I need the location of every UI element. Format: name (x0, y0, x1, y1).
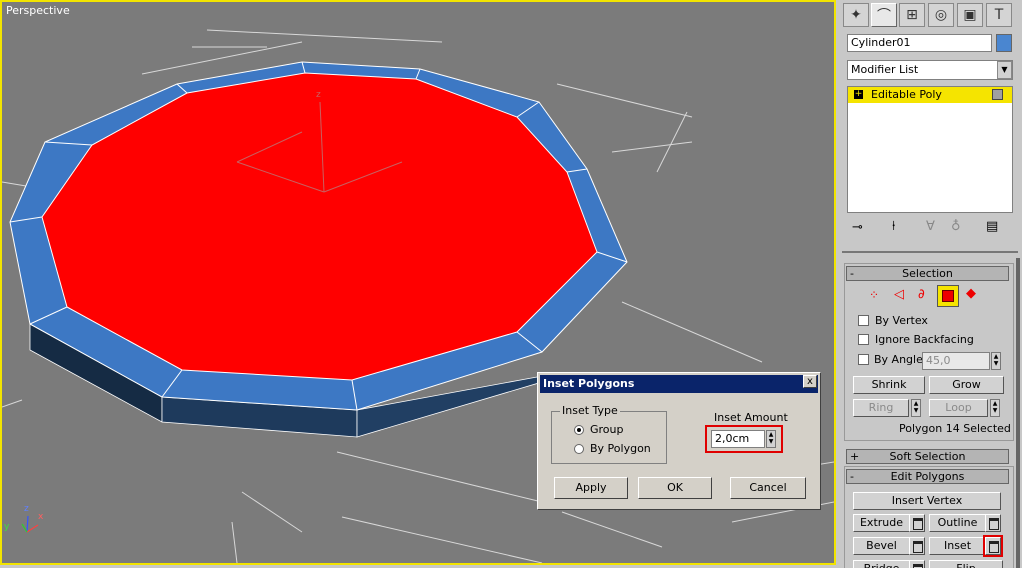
modifier-stack (847, 86, 1013, 213)
utilities-tab-icon[interactable]: T (986, 3, 1012, 27)
pin-stack-icon[interactable]: ⊸ (852, 220, 863, 235)
edit-polygons-rollout-header[interactable]: - Edit Polygons (846, 469, 1009, 484)
extrude-settings-button[interactable] (909, 514, 925, 532)
inset-amount-spinner[interactable]: ▲ ▼ (766, 430, 776, 448)
element-level-icon[interactable]: ◆ (966, 286, 976, 301)
ok-button[interactable]: OK (638, 477, 712, 499)
inset-amount-label: Inset Amount (714, 411, 788, 424)
configure-modifier-sets-icon[interactable]: ▤ (986, 219, 998, 234)
inset-settings-button[interactable] (985, 537, 1001, 555)
outline-button[interactable]: Outline (929, 514, 986, 532)
by-angle-label[interactable]: By Angle: (874, 353, 927, 366)
axis-label-x: x (38, 512, 44, 522)
display-tab-icon[interactable]: ▣ (957, 3, 983, 27)
inset-amount-field[interactable]: 2,0cm (711, 430, 765, 448)
panel-separator (842, 251, 1018, 253)
polygon-level-icon[interactable] (937, 285, 959, 307)
cancel-button[interactable]: Cancel (730, 477, 806, 499)
bridge-settings-button[interactable] (909, 560, 925, 568)
axis-label-y: y (4, 522, 10, 532)
create-tab-icon[interactable]: ✦ (843, 3, 869, 27)
pivot-axis-z: z (316, 90, 321, 100)
by-polygon-radio[interactable] (574, 444, 584, 454)
vertex-level-icon[interactable]: ⁘ (869, 288, 879, 302)
soft-selection-header-label: Soft Selection (889, 450, 966, 463)
object-color-swatch[interactable] (996, 34, 1012, 52)
remove-modifier-icon[interactable]: ♁ (951, 219, 961, 234)
ring-spinner[interactable]: ▲ ▼ (911, 399, 921, 417)
show-end-result-icon[interactable]: ⍿ (892, 219, 895, 234)
by-vertex-checkbox[interactable] (858, 315, 869, 326)
by-vertex-label[interactable]: By Vertex (875, 314, 928, 327)
ignore-backfacing-label[interactable]: Ignore Backfacing (875, 333, 974, 346)
group-radio[interactable] (574, 425, 584, 435)
grow-button[interactable]: Grow (929, 376, 1004, 394)
loop-button[interactable]: Loop (929, 399, 988, 417)
inset-polygons-dialog: Inset Polygons x Inset Type Group By Pol… (537, 372, 821, 510)
expand-sign: + (850, 450, 860, 463)
edit-polygons-header-label: Edit Polygons (890, 470, 965, 483)
modifier-list-dropdown[interactable]: Modifier List (847, 60, 1013, 80)
by-polygon-label[interactable]: By Polygon (590, 442, 651, 455)
hierarchy-tab-icon[interactable]: ⊞ (899, 3, 925, 27)
stack-item-label[interactable]: Editable Poly (871, 88, 942, 101)
expand-plus-icon[interactable]: + (854, 90, 863, 99)
by-angle-spinner[interactable]: ▲ ▼ (991, 352, 1001, 370)
selection-status: Polygon 14 Selected (899, 422, 1011, 435)
selection-rollout-header[interactable]: - Selection (846, 266, 1009, 281)
inset-type-label: Inset Type (560, 404, 620, 417)
make-unique-icon[interactable]: ∀ (926, 219, 935, 234)
command-panel: ✦ ⌒ ⊞ ◎ ▣ T Cylinder01 Modifier List ▼ +… (838, 0, 1022, 568)
inset-button[interactable]: Inset (929, 537, 986, 555)
apply-button[interactable]: Apply (554, 477, 628, 499)
group-label[interactable]: Group (590, 423, 624, 436)
edge-level-icon[interactable]: ◁ (894, 287, 904, 302)
extrude-button[interactable]: Extrude (853, 514, 910, 532)
by-angle-field[interactable]: 45,0 (922, 352, 990, 370)
by-angle-checkbox[interactable] (858, 354, 869, 365)
bevel-button[interactable]: Bevel (853, 537, 910, 555)
shrink-button[interactable]: Shrink (853, 376, 925, 394)
world-axis-tripod (21, 515, 39, 533)
selection-header-label: Selection (902, 267, 953, 280)
dialog-title[interactable]: Inset Polygons (540, 375, 818, 393)
chevron-down-icon[interactable]: ▼ (997, 61, 1012, 79)
object-name-field[interactable]: Cylinder01 (847, 34, 992, 52)
modify-tab-icon[interactable]: ⌒ (871, 3, 897, 27)
collapse-sign: - (850, 267, 854, 280)
ring-button[interactable]: Ring (853, 399, 909, 417)
axis-label-z: z (24, 504, 29, 514)
ignore-backfacing-checkbox[interactable] (858, 334, 869, 345)
soft-selection-rollout-header[interactable]: + Soft Selection (846, 449, 1009, 464)
border-level-icon[interactable]: ∂ (918, 287, 925, 302)
bevel-settings-button[interactable] (909, 537, 925, 555)
inset-type-group: Inset Type Group By Polygon (551, 404, 667, 464)
stack-item-toggle-icon[interactable] (992, 89, 1003, 100)
panel-scrollbar[interactable] (1016, 258, 1020, 568)
viewport-label[interactable]: Perspective (6, 4, 70, 17)
collapse-sign-edit: - (850, 470, 854, 483)
bridge-button[interactable]: Bridge (853, 560, 910, 568)
loop-spinner[interactable]: ▲ ▼ (990, 399, 1000, 417)
flip-button[interactable]: Flip (929, 560, 1003, 568)
motion-tab-icon[interactable]: ◎ (928, 3, 954, 27)
close-icon[interactable]: x (803, 375, 817, 388)
insert-vertex-button[interactable]: Insert Vertex (853, 492, 1001, 510)
polygon-square-icon (942, 290, 954, 302)
outline-settings-button[interactable] (985, 514, 1001, 532)
